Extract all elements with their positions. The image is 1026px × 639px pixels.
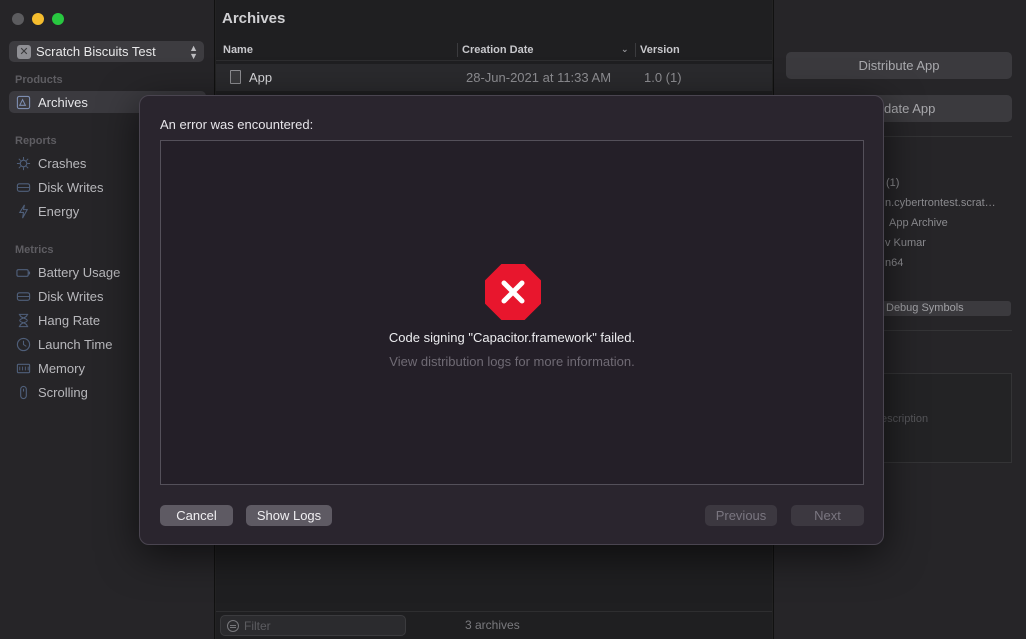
sidebar-item-label: Disk Writes [38,288,104,304]
archive-identifier-fragment: n.cybertrontest.scrat… [885,197,996,209]
section-title-products: Products [15,74,63,86]
column-header-name[interactable]: Name [223,44,253,56]
archive-architecture-fragment: n64 [885,257,904,269]
column-divider [457,43,458,57]
sidebar-item-label: Launch Time [38,336,113,352]
scheme-selector[interactable]: ✕ Scratch Biscuits Test ▲ ▼ [9,41,204,62]
sidebar-item-label: Energy [38,203,80,219]
error-message: Code signing "Capacitor.framework" faile… [388,330,636,345]
list-footer: Filter 3 archives [216,611,772,639]
clock-icon [15,336,31,352]
disk-icon [15,179,31,195]
section-title-metrics: Metrics [15,244,54,256]
section-title-reports: Reports [15,135,57,147]
xcode-scheme-icon: ✕ [17,44,31,59]
sidebar-item-label: Hang Rate [38,312,101,328]
close-window-button[interactable] [12,13,24,25]
list-header: Name Creation Date ⌄ Version [216,40,772,61]
page-title: Archives [222,10,286,27]
dialog-content-box: Code signing "Capacitor.framework" faile… [160,140,864,485]
cancel-button[interactable]: Cancel [160,505,233,526]
row-version: 1.0 (1) [644,70,682,85]
minimize-window-button[interactable] [32,13,44,25]
hourglass-icon [15,312,31,328]
archive-team-fragment: v Kumar [885,237,926,249]
up-down-chevron-icon: ▲ ▼ [189,42,198,61]
xcode-organizer-window: ✕ Scratch Biscuits Test ▲ ▼ Products Arch… [0,0,1026,639]
previous-button[interactable]: Previous [705,505,777,526]
show-logs-button[interactable]: Show Logs [246,505,332,526]
sidebar-item-label: Scrolling [38,384,88,400]
sort-chevron-icon: ⌄ [621,44,629,54]
filter-placeholder: Filter [244,618,271,633]
row-name: App [249,70,273,85]
table-row[interactable]: App 28-Jun-2021 at 11:33 AM 1.0 (1) [216,64,772,91]
scheme-label: Scratch Biscuits Test [36,44,156,59]
description-placeholder: escription [881,413,929,425]
archives-count: 3 archives [465,618,520,632]
bolt-icon [15,203,31,219]
download-debug-symbols-button[interactable]: Debug Symbols [878,301,1011,316]
filter-field[interactable]: Filter [220,615,406,636]
next-button[interactable]: Next [791,505,864,526]
sidebar-item-label: Memory [38,360,85,376]
sidebar-item-label: Crashes [38,155,87,171]
archive-icon [15,94,31,110]
zoom-window-button[interactable] [52,13,64,25]
column-divider [635,43,636,57]
document-icon [230,70,241,84]
row-creation-date: 28-Jun-2021 at 11:33 AM [466,70,612,85]
crash-icon [15,155,31,171]
archive-type-fragment: App Archive [889,217,948,229]
window-controls [12,13,64,25]
error-octagon-icon [485,264,541,320]
archive-version-fragment: (1) [886,177,900,189]
description-field[interactable]: escription [874,373,1012,463]
memory-icon [15,360,31,376]
filter-icon [227,619,239,632]
dialog-title: An error was encountered: [160,117,314,132]
distribute-app-button[interactable]: Distribute App [786,52,1012,79]
error-submessage: View distribution logs for more informat… [389,354,635,369]
scroll-icon [15,384,31,400]
column-header-creation-date[interactable]: Creation Date [462,44,534,56]
disk-icon [15,288,31,304]
sidebar-item-label: Disk Writes [38,179,104,195]
error-dialog: An error was encountered: Code signing "… [139,95,884,545]
sidebar-item-label: Battery Usage [38,264,121,280]
sidebar-item-label: Archives [38,94,88,110]
column-header-version[interactable]: Version [640,44,680,56]
battery-icon [15,264,31,280]
